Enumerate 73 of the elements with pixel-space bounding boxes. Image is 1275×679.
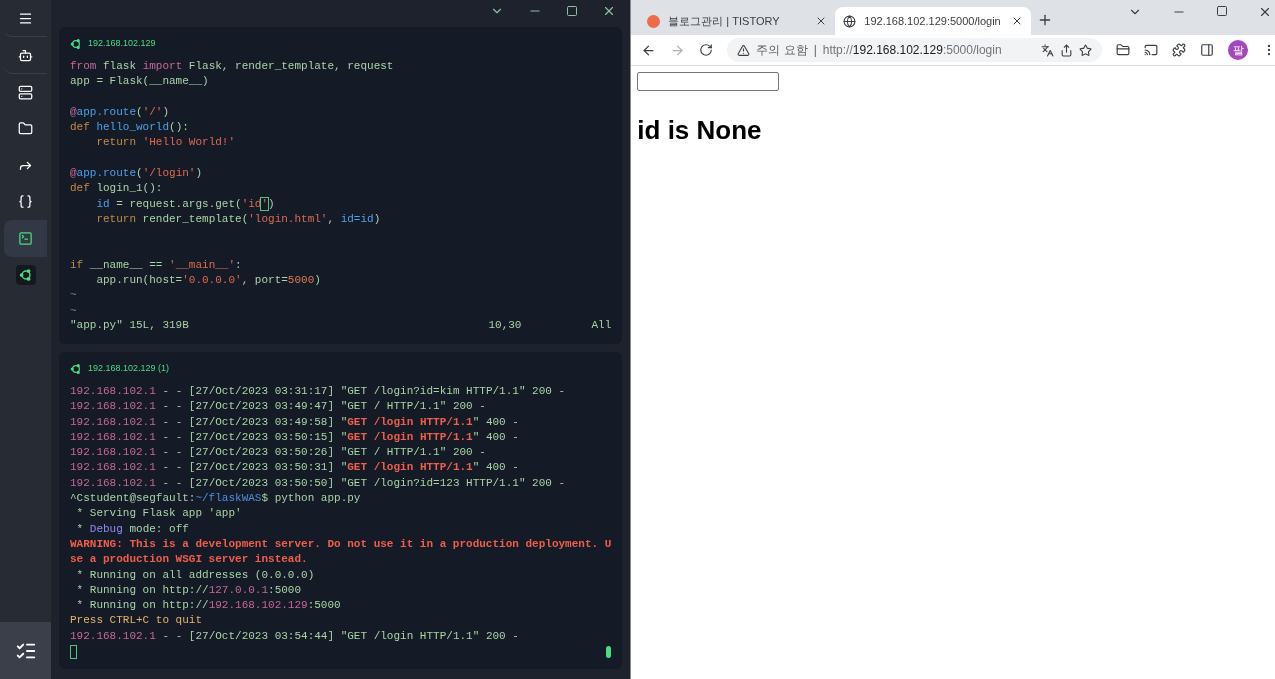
input-field[interactable] — [637, 72, 780, 91]
scrollbar-thumb — [606, 645, 612, 658]
puzzle-icon[interactable] — [1172, 43, 1187, 57]
code-line: return 'Hello World!' — [95, 135, 237, 151]
code-line: @app.route('/') — [70, 104, 171, 120]
terminal-line: WARNING: This is a development server. Do not use it in a production deployment. U — [70, 536, 612, 552]
warning-icon — [737, 43, 751, 57]
code-line: def hello_world(): — [70, 120, 190, 136]
reload-icon[interactable] — [699, 43, 714, 57]
terminal-line: ^Cstudent@segfault:~/flaskWAS$ python app.py — [70, 491, 362, 507]
maximize-icon[interactable] — [566, 5, 579, 17]
tab-title: 192.168.102.129:5000/login — [864, 13, 1002, 29]
browser-tab[interactable]: 192.168.102.129:5000/login — [835, 7, 1032, 35]
terminal-line: 192.168.102.1 - - [27/Oct/2023 03:31:17] "GET /login?id=kim HTTP/1.1" 200 - — [70, 384, 567, 399]
code-line: from flask import Flask, render_template, request — [70, 59, 395, 74]
code-line: id = request.args.get('id') — [95, 196, 276, 212]
site-favicon — [647, 14, 661, 28]
server-icon — [18, 84, 33, 100]
terminal-line: 192.168.102.1 - - [27/Oct/2023 03:49:47] "GET / HTTP/1.1" 200 - — [70, 399, 487, 415]
spoke-logo-icon — [18, 267, 33, 282]
share-icon[interactable] — [1060, 43, 1074, 57]
terminal-line: 192.168.102.1 - - [27/Oct/2023 03:49:58] "GET /login HTTP/1.1" 400 - — [70, 414, 520, 430]
bot-icon — [18, 47, 33, 63]
scroll-status: All — [591, 318, 612, 334]
code-line: def login_1(): — [70, 181, 164, 197]
terminal-line: * Debug mode: off — [75, 521, 190, 537]
code-line: return render_template('login.html', id=id) — [95, 211, 382, 227]
profile-avatar[interactable]: 팔 — [1228, 40, 1249, 60]
browser-tab[interactable]: 블로그관리 | TISTORY — [639, 7, 836, 35]
terminal-line: * Serving Flask app 'app' — [75, 506, 243, 522]
terminal-line: se a production WSGI server instead. — [70, 552, 309, 568]
folder-icon — [18, 121, 33, 137]
terminal-icon — [18, 230, 33, 246]
code-line: ~ — [70, 288, 78, 304]
code-line: ~ — [70, 303, 78, 319]
terminal-line: * Running on http://127.0.0.1:5000 — [75, 582, 303, 598]
sidebar-item[interactable] — [4, 220, 47, 257]
spoke-logo-icon — [70, 38, 82, 50]
code-line: @app.route('/login') — [70, 166, 204, 182]
folder-icon[interactable] — [1116, 43, 1131, 57]
terminal-line: 192.168.102.1 - - [27/Oct/2023 03:50:15] "GET /login HTTP/1.1" 400 - — [70, 429, 520, 445]
host-label: 192.168.102.129 — [88, 37, 156, 51]
terminal-line: 192.168.102.1 - - [27/Oct/2023 03:50:50] "GET /login?id=123 HTTP/1.1" 200 - — [70, 475, 567, 491]
media-icon[interactable] — [1144, 43, 1159, 57]
security-label: 주의 요함 — [756, 42, 808, 59]
file-status: "app.py" 15L, 319B — [70, 318, 189, 334]
host-label: 192.168.102.129 (1) — [88, 362, 170, 376]
tab-title: 블로그관리 | TISTORY — [668, 13, 781, 29]
spoke-logo-icon — [70, 363, 82, 375]
translate-icon[interactable] — [1041, 43, 1055, 57]
code-line: app.run(host='0.0.0.0', port=5000) — [95, 273, 322, 289]
terminal-line: 192.168.102.1 - - [27/Oct/2023 03:50:31] "GET /login HTTP/1.1" 400 - — [70, 460, 520, 476]
braces-icon — [18, 194, 33, 210]
terminal-line: * Running on all addresses (0.0.0.0) — [75, 567, 316, 583]
maximize-icon[interactable] — [1216, 4, 1229, 17]
terminal-line: Press CTRL+C to quit — [70, 613, 204, 629]
address-bar[interactable]: 주의 요함 | http://192.168.102.129:5000/login — [727, 38, 1103, 62]
terminal-line: 192.168.102.1 - - [27/Oct/2023 03:54:44] "GET /login HTTP/1.1" 200 - — [70, 628, 520, 644]
terminal-line: 192.168.102.1 - - [27/Oct/2023 03:50:26] "GET / HTTP/1.1" 200 - — [70, 445, 487, 461]
url-text: http://192.168.102.129:5000/login — [822, 42, 1002, 59]
star-icon[interactable] — [1079, 43, 1093, 57]
cursor-position: 10,30 — [488, 318, 522, 334]
page-heading: id is None — [637, 114, 763, 147]
side-panel-icon[interactable] — [1200, 43, 1215, 57]
back-icon[interactable] — [641, 42, 657, 58]
code-line: app = Flask(__name__) — [70, 74, 210, 90]
checklist-button[interactable] — [0, 622, 51, 679]
code-line: if __name__ == '__main__': — [70, 257, 243, 273]
terminal-cursor — [70, 644, 77, 659]
terminal-line: * Running on http://192.168.102.129:5000 — [75, 598, 342, 614]
menu-icon — [18, 10, 33, 26]
globe-icon — [843, 14, 857, 28]
separator: | — [813, 42, 817, 59]
